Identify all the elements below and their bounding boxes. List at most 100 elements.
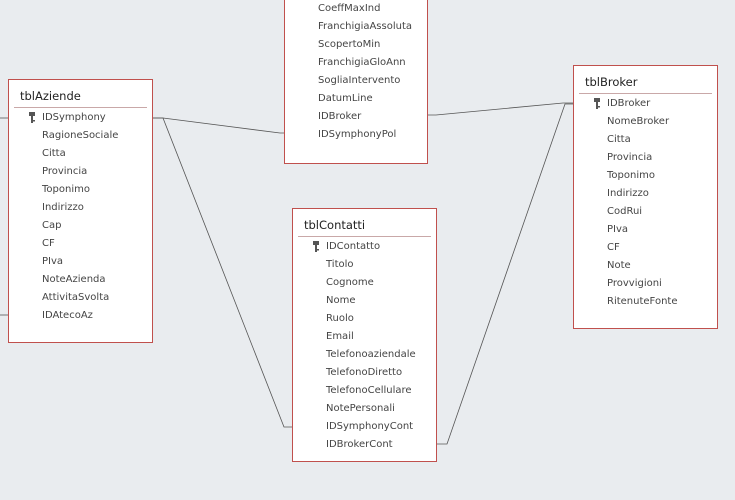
field-row[interactable]: CF — [9, 235, 152, 253]
field-name: RagioneSociale — [42, 130, 119, 141]
field-name: Titolo — [326, 259, 354, 270]
field-row[interactable]: IDAtecoAz — [9, 307, 152, 325]
relation-aziende-contatti[interactable] — [153, 117, 292, 428]
title-divider — [14, 107, 147, 108]
field-name: IDSymphony — [42, 112, 106, 123]
field-row[interactable]: Indirizzo — [9, 199, 152, 217]
field-row[interactable]: AttivitaSvolta — [9, 289, 152, 307]
table-tblaziende[interactable]: tblAziende IDSymphony RagioneSociale Citta… — [8, 79, 153, 343]
relation-contatti-broker[interactable] — [437, 103, 573, 445]
field-name: Toponimo — [42, 184, 90, 195]
field-name: IDBrokerCont — [326, 439, 393, 450]
field-row[interactable]: FranchigiaGloAnn — [285, 54, 427, 72]
field-name: Provincia — [42, 166, 88, 177]
field-name: FranchigiaAssoluta — [318, 21, 413, 32]
title-divider — [298, 236, 431, 237]
primary-key-icon — [313, 241, 319, 252]
primary-key-icon — [29, 112, 35, 123]
field-row[interactable]: Indirizzo — [574, 185, 717, 203]
field-row[interactable]: IDBroker — [285, 108, 427, 126]
field-name: IDContatto — [326, 241, 381, 252]
field-name: Nome — [326, 295, 356, 306]
title-divider — [579, 93, 712, 94]
field-name: TelefonoDiretto — [326, 367, 403, 378]
field-name: DatumLine — [318, 93, 373, 104]
field-name: Email — [326, 331, 354, 342]
field-name: FranchigiaGloAnn — [318, 57, 406, 68]
field-row[interactable]: Telefonoaziendale — [293, 346, 436, 364]
field-name: ScopertoMin — [318, 39, 381, 50]
field-name: RitenuteFonte — [607, 296, 678, 307]
field-name: NomeBroker — [607, 116, 670, 127]
field-row[interactable]: NoteAzienda — [9, 271, 152, 289]
field-name: Telefonoaziendale — [326, 349, 416, 360]
relation-polizze-broker[interactable] — [428, 102, 573, 116]
field-name: Provincia — [607, 152, 653, 163]
field-row[interactable]: Cap — [9, 217, 152, 235]
primary-key-icon — [594, 98, 600, 109]
field-row[interactable]: DatumLine — [285, 90, 427, 108]
field-row[interactable]: RitenuteFonte — [574, 293, 717, 311]
field-name: IDAtecoAz — [42, 310, 93, 321]
field-name: CoeffMaxInd — [318, 3, 381, 14]
field-row[interactable]: CF — [574, 239, 717, 257]
field-row[interactable]: Toponimo — [574, 167, 717, 185]
field-name: Provvigioni — [607, 278, 662, 289]
field-name: SogliaIntervento — [318, 75, 401, 86]
field-row[interactable]: SogliaIntervento — [285, 72, 427, 90]
field-row[interactable]: ScopertoMin — [285, 36, 427, 54]
field-row[interactable]: Cognome — [293, 274, 436, 292]
field-row[interactable]: IDContatto — [293, 238, 436, 256]
field-name: IDBroker — [318, 111, 362, 122]
table-title[interactable]: tblAziende — [20, 89, 81, 103]
field-row[interactable]: TelefonoCellulare — [293, 382, 436, 400]
field-name: CodRui — [607, 206, 643, 217]
field-row[interactable]: Provvigioni — [574, 275, 717, 293]
field-name: NoteAzienda — [42, 274, 106, 285]
field-row[interactable]: NotePersonali — [293, 400, 436, 418]
field-name: Indirizzo — [607, 188, 649, 199]
field-row[interactable]: IDBroker — [574, 95, 717, 113]
field-row[interactable]: Provincia — [574, 149, 717, 167]
field-row[interactable]: Email — [293, 328, 436, 346]
table-polizze[interactable]: CoeffMaxInd FranchigiaAssoluta ScopertoMin… — [284, 0, 428, 164]
field-row[interactable]: RagioneSociale — [9, 127, 152, 145]
field-row[interactable]: Nome — [293, 292, 436, 310]
field-row[interactable]: IDSymphonyCont — [293, 418, 436, 436]
field-row[interactable]: Citta — [9, 145, 152, 163]
field-name: Ruolo — [326, 313, 354, 324]
table-title[interactable]: tblBroker — [585, 75, 637, 89]
field-row[interactable]: Titolo — [293, 256, 436, 274]
relation-aziende-polizze[interactable] — [153, 117, 284, 134]
field-row[interactable]: PIva — [9, 253, 152, 271]
field-row[interactable]: IDSymphonyPol — [285, 126, 427, 144]
field-name: Citta — [607, 134, 631, 145]
field-name: Citta — [42, 148, 66, 159]
field-row[interactable]: TelefonoDiretto — [293, 364, 436, 382]
field-row[interactable]: Ruolo — [293, 310, 436, 328]
table-tblcontatti[interactable]: tblContatti IDContatto Titolo Cognome Nome R… — [292, 208, 437, 462]
field-row[interactable]: Citta — [574, 131, 717, 149]
table-tblbroker[interactable]: tblBroker IDBroker NomeBroker Citta Provinc… — [573, 65, 718, 329]
field-name: Note — [607, 260, 631, 271]
field-row[interactable]: CoeffMaxInd — [285, 0, 427, 18]
field-row[interactable]: FranchigiaAssoluta — [285, 18, 427, 36]
field-name: PIva — [607, 224, 629, 235]
field-name: IDBroker — [607, 98, 651, 109]
field-name: CF — [607, 242, 620, 253]
field-row[interactable]: Provincia — [9, 163, 152, 181]
field-row[interactable]: IDBrokerCont — [293, 436, 436, 454]
table-title[interactable]: tblContatti — [304, 218, 365, 232]
field-name: IDSymphonyCont — [326, 421, 414, 432]
field-name: CF — [42, 238, 55, 249]
field-row[interactable]: Note — [574, 257, 717, 275]
field-row[interactable]: Toponimo — [9, 181, 152, 199]
field-row[interactable]: IDSymphony — [9, 109, 152, 127]
field-name: NotePersonali — [326, 403, 395, 414]
field-row[interactable]: NomeBroker — [574, 113, 717, 131]
field-name: AttivitaSvolta — [42, 292, 110, 303]
field-name: Toponimo — [607, 170, 655, 181]
field-name: PIva — [42, 256, 64, 267]
field-row[interactable]: PIva — [574, 221, 717, 239]
field-row[interactable]: CodRui — [574, 203, 717, 221]
